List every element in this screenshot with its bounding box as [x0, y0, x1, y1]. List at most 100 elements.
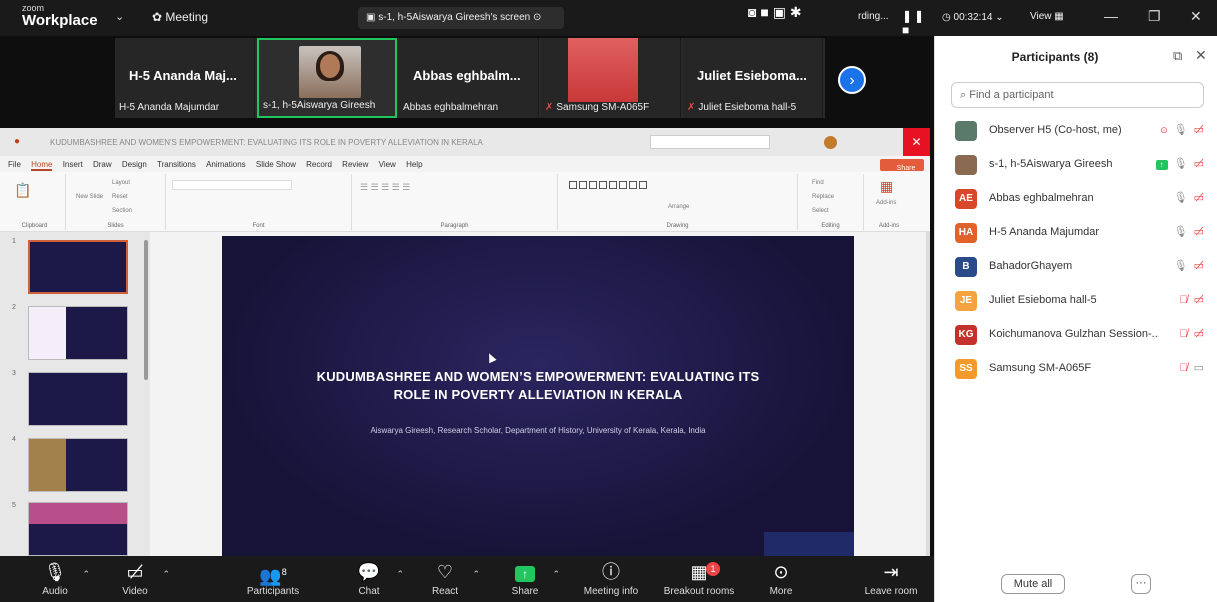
leave-room-button[interactable]: ⇥ Leave room: [854, 560, 928, 597]
slide-thumbnail[interactable]: [28, 372, 128, 426]
menu-record[interactable]: Record: [306, 160, 332, 169]
meeting-menu[interactable]: ✿ Meeting: [152, 10, 208, 24]
view-label: View: [1030, 11, 1052, 22]
close-icon[interactable]: ✕: [1190, 8, 1202, 25]
participant-row[interactable]: KG Koichumanova Gulzhan Session-... 🎙̸ ▭̸: [935, 318, 1217, 352]
video-tile[interactable]: Abbas eghbalm... Abbas eghbalmehran: [399, 38, 539, 118]
mute-all-button[interactable]: Mute all: [1001, 574, 1065, 594]
menu-draw[interactable]: Draw: [93, 160, 112, 169]
menu-review[interactable]: Review: [342, 160, 368, 169]
more-icon[interactable]: ⊙: [533, 12, 541, 23]
participant-row[interactable]: Observer H5 (Co-host, me) ⊙ 🎙 ▭̸: [935, 114, 1217, 148]
menu-file[interactable]: File: [8, 160, 21, 169]
menu-animations[interactable]: Animations: [206, 160, 246, 169]
menu-transitions[interactable]: Transitions: [157, 160, 196, 169]
stop-icon[interactable]: ■: [902, 23, 911, 37]
whiteboard-icon[interactable]: ▣: [773, 4, 786, 20]
ribbon-paragraph[interactable]: ☰ ☰ ☰ ☰ ☰ Paragraph: [352, 174, 558, 230]
grid-icon: ▦: [1054, 11, 1064, 22]
pause-icon[interactable]: ❚❚: [902, 9, 926, 23]
video-tile[interactable]: ✗ Samsung SM-A065F: [541, 38, 681, 118]
chevron-up-icon[interactable]: ⌃: [82, 569, 90, 580]
shapes-gallery[interactable]: [568, 180, 658, 192]
close-icon[interactable]: ✕: [903, 128, 930, 156]
share-button[interactable]: ↑ Share ⌃: [488, 560, 562, 597]
mic-icon: 🎙: [1173, 260, 1188, 272]
next-page-arrow-icon[interactable]: ›: [838, 66, 866, 94]
react-label: React: [431, 586, 459, 597]
tile-caption: s-1, h-5Aiswarya Gireesh: [263, 100, 376, 111]
close-icon[interactable]: ✕: [1195, 47, 1207, 64]
popout-icon[interactable]: ⧉: [1173, 48, 1182, 64]
slide-thumbnail[interactable]: [28, 306, 128, 360]
participant-row[interactable]: B BahadorGhayem 🎙 ▭̸: [935, 250, 1217, 284]
chevron-up-icon[interactable]: ⌃: [552, 569, 560, 580]
ppt-search-box[interactable]: [650, 135, 770, 149]
audio-button[interactable]: 🎙 Audio ⌃: [18, 560, 92, 597]
video-cam-icon[interactable]: ■: [760, 4, 768, 20]
chevron-down-icon[interactable]: ⌄: [115, 10, 124, 23]
ppt-scrollbar[interactable]: [926, 232, 930, 556]
menu-design[interactable]: Design: [122, 160, 147, 169]
participant-search-input[interactable]: ⌕ Find a participant: [951, 82, 1204, 108]
menu-view[interactable]: View: [379, 160, 396, 169]
minimize-icon[interactable]: —: [1104, 8, 1118, 24]
avatar: B: [955, 257, 977, 277]
participant-name: Juliet Esieboma hall-5: [989, 294, 1097, 306]
ribbon-clipboard[interactable]: 📋 Clipboard: [4, 174, 66, 230]
slide-thumbnail[interactable]: [28, 438, 128, 492]
font-select[interactable]: [172, 180, 292, 190]
slide-thumbnail[interactable]: [28, 240, 128, 294]
restore-icon[interactable]: ❐: [1148, 8, 1161, 25]
leave-label: Leave room: [864, 586, 918, 597]
tile-caption: H-5 Ananda Majumdar: [119, 102, 220, 113]
participants-button[interactable]: 👥8 Participants: [236, 560, 310, 597]
participant-row[interactable]: s-1, h-5Aiswarya Gireesh ↑ 🎙 ▭̸: [935, 148, 1217, 182]
meeting-info-button[interactable]: ⓘ Meeting info: [574, 560, 648, 597]
slide-thumbnail[interactable]: [28, 502, 128, 556]
timer-text: 00:32:14: [953, 12, 993, 23]
ribbon-editing[interactable]: Find Replace Select Editing: [798, 174, 864, 230]
menu-help[interactable]: Help: [406, 160, 422, 169]
more-options-button[interactable]: ···: [1131, 574, 1151, 594]
search-icon: ⌕: [960, 89, 970, 101]
video-button[interactable]: ▭̸ Video ⌃: [98, 560, 172, 597]
participant-row[interactable]: AE Abbas eghbalmehran 🎙 ▭̸: [935, 182, 1217, 216]
meeting-toolbar: 🎙 Audio ⌃ ▭̸ Video ⌃ 👥8 Participants 💬 C…: [0, 556, 934, 602]
avatar[interactable]: [824, 136, 837, 149]
video-off-icon: ▭̸: [126, 562, 144, 582]
participant-row[interactable]: JE Juliet Esieboma hall-5 🎙̸ ▭̸: [935, 284, 1217, 318]
meeting-timer[interactable]: ◷ 00:32:14 ⌄: [942, 12, 1004, 23]
chevron-up-icon[interactable]: ⌃: [472, 569, 480, 580]
current-slide[interactable]: KUDUMBASHREE AND WOMEN’S EMPOWERMENT: EV…: [222, 236, 854, 556]
more-button[interactable]: ⊙ More: [744, 560, 818, 597]
annotation-tools[interactable]: ◙ ■ ▣ ✱: [748, 4, 802, 21]
chevron-up-icon[interactable]: ⌃: [162, 569, 170, 580]
arrange-label: Arrange: [668, 204, 690, 210]
chevron-up-icon[interactable]: ⌃: [396, 569, 404, 580]
react-button[interactable]: ♡ React ⌃: [408, 560, 482, 597]
menu-home[interactable]: Home: [31, 160, 53, 171]
settings-icon[interactable]: ✱: [790, 4, 802, 20]
ribbon-slides[interactable]: New Slide Layout Reset Section Slides: [66, 174, 166, 230]
participant-status: 🎙̸ ▭: [1179, 361, 1204, 374]
menu-slideshow[interactable]: Slide Show: [256, 160, 296, 169]
menu-insert[interactable]: Insert: [63, 160, 83, 169]
video-tile[interactable]: Juliet Esieboma... ✗ Juliet Esieboma hall…: [683, 38, 823, 118]
video-tile[interactable]: H-5 Ananda Maj... H-5 Ananda Majumdar: [115, 38, 255, 118]
ribbon-addins[interactable]: ▦ Add-ins Add-ins: [864, 174, 914, 230]
thumb-scrollbar[interactable]: [144, 240, 148, 380]
breakout-rooms-button[interactable]: ▦ 1 Breakout rooms: [662, 560, 736, 597]
view-button[interactable]: View ▦: [1030, 11, 1064, 22]
recording-controls[interactable]: ❚❚ ■: [902, 9, 934, 37]
ribbon-drawing[interactable]: Arrange Drawing: [558, 174, 798, 230]
camera-icon[interactable]: ◙: [748, 4, 756, 20]
participant-row[interactable]: HA H-5 Ananda Majumdar 🎙 ▭̸: [935, 216, 1217, 250]
chat-button[interactable]: 💬 Chat ⌃: [332, 560, 406, 597]
ppt-share-button[interactable]: Share: [880, 159, 924, 172]
avatar: KG: [955, 325, 977, 345]
participant-row[interactable]: SS Samsung SM-A065F 🎙̸ ▭: [935, 352, 1217, 386]
video-tile-active-speaker[interactable]: s-1, h-5Aiswarya Gireesh: [257, 38, 397, 118]
screen-share-indicator[interactable]: ▣ s-1, h-5Aiswarya Gireesh's screen ⊙: [358, 7, 564, 29]
ribbon-font[interactable]: Font: [166, 174, 352, 230]
